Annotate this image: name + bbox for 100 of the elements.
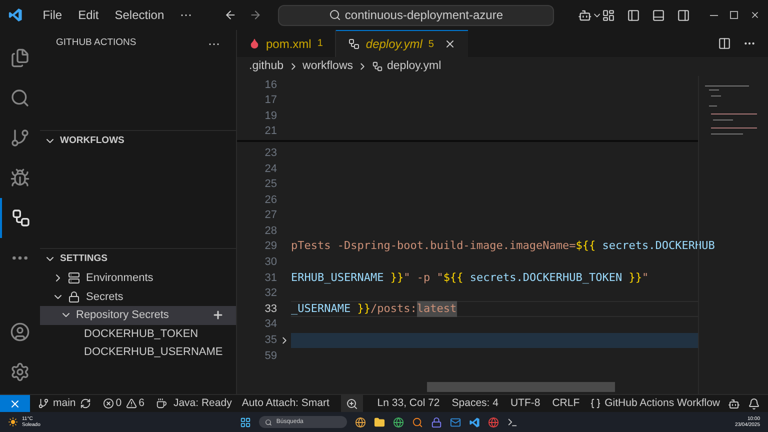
- lock-icon: [68, 290, 80, 303]
- magnifier-icon[interactable]: [412, 416, 424, 428]
- tree-item[interactable]: DOCKERHUB_TOKEN: [40, 324, 236, 343]
- code-token: ERHUB_USERNAME: [291, 270, 384, 286]
- split-editor-icon[interactable]: [718, 37, 731, 50]
- start-icon[interactable]: [240, 416, 252, 428]
- code-token: ${{: [576, 238, 596, 254]
- menu-item[interactable]: Selection: [106, 6, 172, 24]
- back-icon[interactable]: [224, 8, 237, 22]
- cup-icon: [156, 398, 168, 409]
- panel-bottom-icon[interactable]: [652, 8, 665, 22]
- status-item[interactable]: CRLF: [552, 396, 580, 412]
- tree-label: Environments: [86, 271, 154, 286]
- line-number: 16: [264, 78, 277, 93]
- status-item[interactable]: Ln 33, Col 72: [377, 396, 440, 412]
- code-token: ${{: [443, 270, 464, 286]
- code-token: }}: [628, 270, 642, 286]
- menu-item[interactable]: File: [34, 6, 70, 24]
- tree-item[interactable]: Environments: [40, 269, 236, 288]
- browser-icon[interactable]: [355, 416, 366, 428]
- code-token: secrets.DOCKERHUB: [601, 238, 715, 254]
- mail-icon[interactable]: [450, 416, 462, 428]
- terminal-icon[interactable]: [507, 416, 518, 428]
- close-icon[interactable]: [444, 38, 456, 50]
- workflow-icon: [348, 38, 360, 50]
- sidebar-title: GITHUB ACTIONS: [56, 36, 136, 50]
- problem-count: 1: [317, 37, 323, 51]
- server-icon: [68, 272, 80, 284]
- branch-name[interactable]: main: [53, 396, 76, 412]
- panel-left-icon[interactable]: [627, 8, 640, 22]
- section-header[interactable]: WORKFLOWS: [40, 131, 236, 151]
- status-item[interactable]: Java: Ready: [173, 396, 232, 412]
- settings-icon[interactable]: [10, 362, 30, 382]
- debug-icon[interactable]: [10, 168, 30, 188]
- sync-icon[interactable]: [80, 398, 91, 409]
- warning-icon: [126, 398, 137, 409]
- editor-tab[interactable]: deploy.yml 5: [336, 30, 468, 57]
- tree-label: DOCKERHUB_TOKEN: [84, 326, 198, 342]
- error-count[interactable]: 0: [116, 396, 122, 412]
- search-field[interactable]: continuous-deployment-azure: [278, 4, 554, 26]
- app-logo-icon: [8, 7, 23, 23]
- code-token: " -p ": [404, 270, 444, 286]
- forward-icon[interactable]: [249, 8, 262, 22]
- status-item[interactable]: Spaces: 4: [452, 396, 498, 412]
- line-number: 23: [264, 146, 277, 161]
- line-number: 28: [264, 224, 277, 239]
- breadcrumb-item[interactable]: .github: [249, 58, 284, 76]
- editor-app-icon[interactable]: [469, 416, 480, 428]
- layout-icon[interactable]: [602, 8, 615, 22]
- more-actions[interactable]: ⋯: [208, 34, 220, 52]
- search-icon[interactable]: [10, 88, 30, 108]
- menu-item[interactable]: Edit: [70, 6, 107, 24]
- files-icon[interactable]: [10, 48, 30, 68]
- code-token: }}: [356, 300, 370, 317]
- source-control-icon[interactable]: [10, 128, 30, 148]
- remote-icon: [9, 398, 21, 410]
- line-number: 19: [264, 108, 277, 124]
- error-icon: [102, 398, 114, 409]
- section-header[interactable]: SETTINGS: [40, 249, 236, 269]
- search-icon: [328, 9, 341, 21]
- lock-icon[interactable]: [431, 416, 442, 428]
- globe-icon[interactable]: [393, 416, 404, 428]
- tree-label: Repository Secrets: [76, 308, 169, 323]
- status-item[interactable]: Auto Attach: Smart: [242, 396, 330, 412]
- line-number: 31: [264, 270, 277, 286]
- code-token: }}: [389, 270, 404, 286]
- folder-icon[interactable]: [374, 416, 386, 428]
- tree-item[interactable]: DOCKERHUB_USERNAME: [40, 343, 236, 362]
- line-number: 33: [264, 302, 277, 317]
- tree-item[interactable]: Repository Secrets: [40, 306, 236, 324]
- restore-icon[interactable]: [730, 11, 738, 19]
- line-number: 35: [264, 333, 277, 348]
- line-number: 25: [264, 177, 277, 192]
- minimize-icon[interactable]: [710, 14, 718, 16]
- tab-label: pom.xml: [266, 36, 312, 52]
- more-menu[interactable]: ⋯: [172, 6, 200, 24]
- account-icon[interactable]: [10, 322, 30, 342]
- remote-button[interactable]: [0, 395, 30, 412]
- code-token: /posts:: [370, 300, 417, 317]
- bell-icon[interactable]: [748, 398, 760, 410]
- branch-icon: [38, 398, 49, 409]
- workflow-icon[interactable]: [11, 208, 31, 228]
- scrollbar[interactable]: [427, 382, 615, 392]
- code-token: ": [642, 270, 649, 286]
- close-icon[interactable]: [750, 10, 760, 20]
- zoom-icon: [346, 398, 358, 410]
- language-mode[interactable]: GitHub Actions Workflow: [604, 396, 720, 412]
- breadcrumb-item[interactable]: deploy.yml: [387, 58, 442, 76]
- search-text: continuous-deployment-azure: [344, 7, 504, 24]
- panel-right-icon[interactable]: [677, 8, 690, 22]
- section-title: WORKFLOWS: [60, 134, 124, 148]
- tree-item[interactable]: Secrets: [40, 288, 236, 306]
- zoom-button[interactable]: [341, 395, 364, 412]
- add-icon[interactable]: [212, 309, 224, 322]
- line-number: 21: [264, 124, 277, 140]
- code-token: pTests -Dspring-boot.build-image.imageName=: [291, 238, 576, 254]
- breadcrumb-item[interactable]: workflows: [302, 58, 354, 76]
- status-item[interactable]: UTF-8: [510, 396, 540, 412]
- tab-label: deploy.yml: [366, 36, 422, 53]
- warning-count[interactable]: 6: [138, 396, 144, 412]
